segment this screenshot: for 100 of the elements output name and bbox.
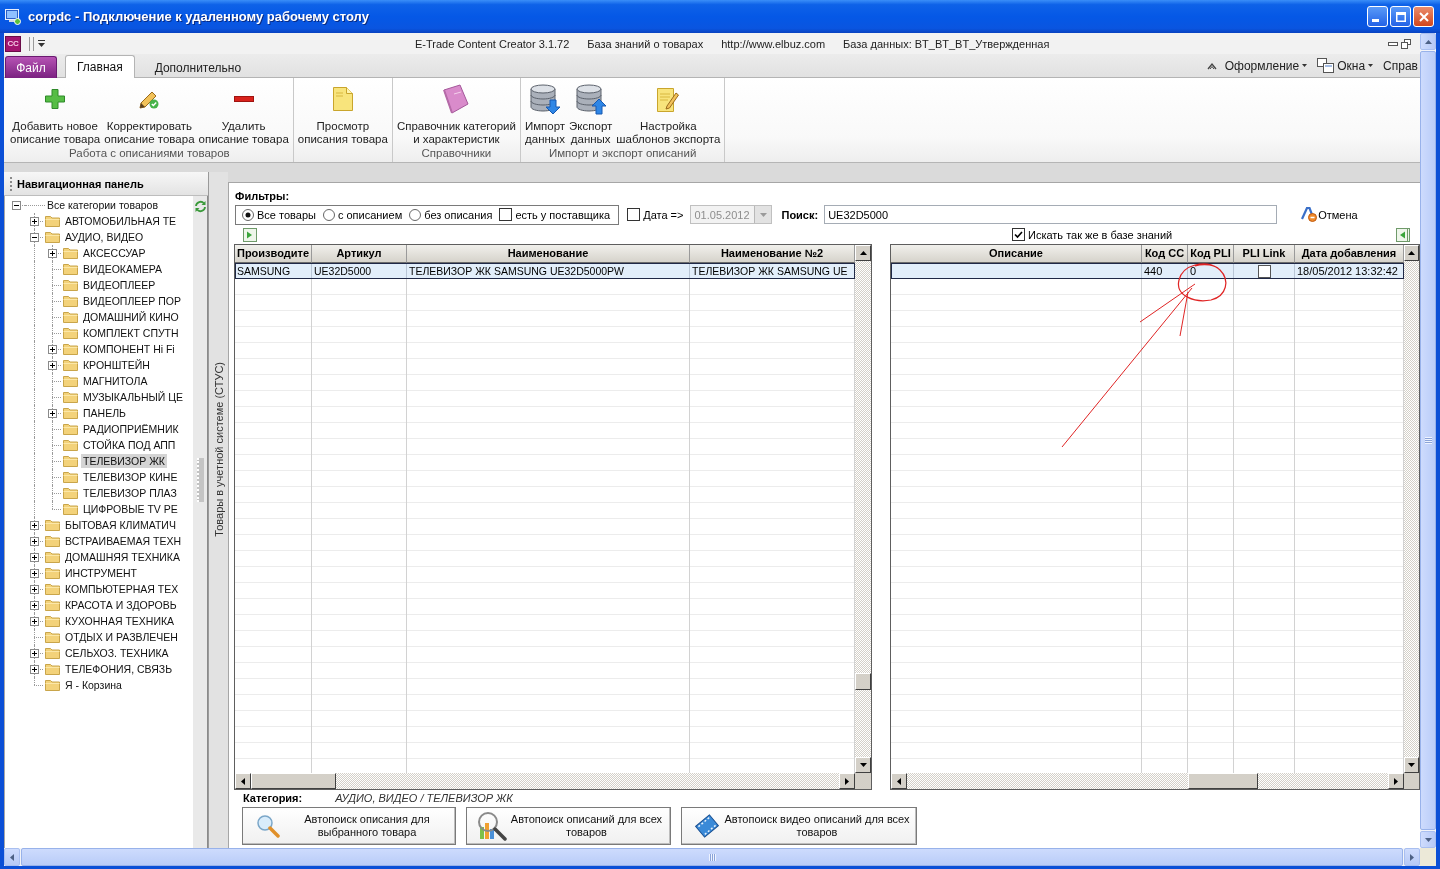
ribbon-button[interactable]: Добавить новое описание товара <box>8 78 103 146</box>
tree-item[interactable]: КОМПОНЕНТ Hi Fi <box>81 342 177 356</box>
plus-box-icon[interactable] <box>48 345 57 354</box>
minus-box-icon[interactable] <box>12 201 21 210</box>
plus-box-icon[interactable] <box>30 585 39 594</box>
tree-item[interactable]: ПАНЕЛЬ <box>81 406 128 420</box>
arrow-box-icon[interactable] <box>243 227 257 242</box>
plus-box-icon[interactable] <box>30 521 39 530</box>
tree-item[interactable]: ВИДЕОКАМЕРА <box>81 262 164 276</box>
tree-item[interactable]: Все категории товаров <box>45 198 160 212</box>
minus-box-icon[interactable] <box>30 233 39 242</box>
tree-item[interactable]: ТЕЛЕВИЗОР КИНЕ <box>81 470 180 484</box>
customize-caret-icon[interactable] <box>38 40 45 47</box>
ribbon-tab[interactable]: Дополнительно <box>142 56 254 78</box>
tree-item[interactable]: ЦИФРОВЫЕ TV РЕ <box>81 502 180 516</box>
plus-box-icon[interactable] <box>30 553 39 562</box>
ribbon-button[interactable]: Удалить описание товара <box>196 78 291 146</box>
tree-item[interactable]: ОТДЫХ И РАЗВЛЕЧЕН <box>63 630 180 644</box>
checkbox[interactable] <box>1012 228 1025 241</box>
tree-item[interactable]: АКСЕССУАР <box>81 246 148 260</box>
folder-icon <box>63 375 78 387</box>
checkbox[interactable] <box>1258 264 1271 278</box>
menu-button[interactable]: Оформление <box>1222 58 1310 73</box>
tree-item[interactable]: МУЗЫКАЛЬНЫЙ ЦЕ <box>81 390 186 404</box>
autosearch-button[interactable]: Автопоиск описаний для всех товаров <box>466 807 671 845</box>
column-header[interactable]: Артикул <box>312 245 407 263</box>
ribbon-tab[interactable]: Файл <box>5 56 57 78</box>
app-info-text: http://www.elbuz.com <box>721 37 826 50</box>
right-triangle-icon <box>845 777 849 785</box>
column-header[interactable]: Производите <box>235 245 312 263</box>
plus-box-icon[interactable] <box>48 249 57 258</box>
tree-item[interactable]: ДОМАШНЯЯ ТЕХНИКА <box>63 550 182 564</box>
chevron-up-icon[interactable] <box>1206 61 1217 70</box>
tree-item[interactable]: СТОЙКА ПОД АПП <box>81 438 178 452</box>
column-header[interactable]: Наименование №2 <box>690 245 855 263</box>
tree-item[interactable]: КУХОННАЯ ТЕХНИКА <box>63 614 177 628</box>
tree-item[interactable]: ТЕЛЕВИЗОР ЖК <box>81 454 167 468</box>
cancel-button[interactable]: Отмена <box>1301 207 1358 222</box>
tree-item[interactable]: КОМПЛЕКТ СПУТН <box>81 326 181 340</box>
ribbon-button[interactable]: Экспорт данных <box>567 78 615 146</box>
plus-box-icon[interactable] <box>30 569 39 578</box>
tree-item[interactable]: Я - Корзина <box>63 678 124 692</box>
tree-item[interactable]: РАДИОПРИЁМНИК <box>81 422 181 436</box>
autosearch-button[interactable]: Автопоиск видео описаний для всех товаров <box>681 807 917 845</box>
tree-item[interactable]: АУДИО, ВИДЕО <box>63 230 146 244</box>
tree-item[interactable]: КРОНШТЕЙН <box>81 358 152 372</box>
tree-item[interactable]: КРАСОТА И ЗДОРОВЬ <box>63 598 179 612</box>
plus-box-icon[interactable] <box>30 601 39 610</box>
minimize-icon[interactable] <box>1388 41 1398 46</box>
maximize-button[interactable] <box>1390 6 1411 27</box>
radio-button[interactable] <box>409 208 422 221</box>
splitter-grip-icon[interactable] <box>196 458 204 502</box>
table-row[interactable]: SAMSUNG UE32D5000 ТЕЛЕВИЗОР ЖК SAMSUNG UE32D5000PW ТЕЛЕВИЗОР ЖК SAMSUNG UE <box>235 263 855 279</box>
checkbox[interactable] <box>499 208 513 221</box>
column-header[interactable]: Код CC <box>1142 245 1188 263</box>
tree-item[interactable]: БЫТОВАЯ КЛИМАТИЧ <box>63 518 178 532</box>
ribbon-button[interactable]: Корректировать описание товара <box>102 78 197 146</box>
search-field[interactable]: UE32D5000 <box>824 205 1278 224</box>
tree-item[interactable]: АВТОМОБИЛЬНАЯ ТЕ <box>63 214 179 228</box>
minimize-button[interactable] <box>1367 6 1388 27</box>
column-header[interactable]: PLI Link <box>1234 245 1295 263</box>
side-panel-tab[interactable]: Товары в учетной системе (СТУС) <box>208 172 228 848</box>
refresh-icon[interactable] <box>193 200 207 213</box>
column-header[interactable]: Код PLI <box>1188 245 1234 263</box>
ribbon-button[interactable]: Просмотр описания товара <box>295 78 390 146</box>
column-header[interactable]: Описание <box>891 245 1142 263</box>
tree-item[interactable]: ТЕЛЕВИЗОР ПЛАЗ <box>81 486 179 500</box>
plus-box-icon[interactable] <box>30 537 39 546</box>
column-header[interactable]: Наименование <box>407 245 690 263</box>
tree-item[interactable]: ВСТРАИВАЕМАЯ ТЕХН <box>63 534 184 548</box>
tree-item[interactable]: КОМПЬЮТЕРНАЯ ТЕХ <box>63 582 181 596</box>
tree-item[interactable]: ДОМАШНИЙ КИНО <box>81 310 181 324</box>
close-button[interactable] <box>1413 6 1434 27</box>
tree-item[interactable]: СЕЛЬХОЗ. ТЕХНИКА <box>63 646 171 660</box>
plus-box-icon[interactable] <box>48 409 57 418</box>
window-title: corpdc - Подключение к удаленному рабочему столу <box>28 9 369 24</box>
plus-box-icon[interactable] <box>30 649 39 658</box>
menu-button[interactable]: Справ <box>1381 58 1420 73</box>
plus-box-icon[interactable] <box>30 665 39 674</box>
ribbon-button[interactable]: Справочник категорий и характеристик <box>394 78 518 146</box>
column-header[interactable]: Дата добавления <box>1295 245 1404 263</box>
radio-button[interactable] <box>242 208 254 221</box>
tree-item[interactable]: ВИДЕОПЛЕЕР ПОР <box>81 294 183 308</box>
plus-box-icon[interactable] <box>30 617 39 626</box>
table-row[interactable]: 440 0 18/05/2012 13:32:42 <box>891 263 1404 279</box>
ribbon-tab[interactable]: Главная <box>65 55 135 78</box>
menu-button[interactable]: Окна <box>1315 58 1376 73</box>
plus-box-icon[interactable] <box>30 217 39 226</box>
ribbon-button[interactable]: Настройка шаблонов экспорта <box>614 78 723 146</box>
restore-icon[interactable] <box>1401 38 1411 49</box>
plus-box-icon[interactable] <box>48 361 57 370</box>
tree-item[interactable]: ИНСТРУМЕНТ <box>63 566 139 580</box>
ribbon-button[interactable]: Импорт данных <box>522 78 568 146</box>
autosearch-button[interactable]: Автопоиск описания для выбранного товара <box>242 807 456 845</box>
tree-item[interactable]: ВИДЕОПЛЕЕР <box>81 278 158 292</box>
app-logo[interactable]: CC <box>5 35 21 52</box>
tree-item[interactable]: МАГНИТОЛА <box>81 374 150 388</box>
radio-label: Все товары <box>257 208 316 221</box>
tree-item[interactable]: ТЕЛЕФОНИЯ, СВЯЗЬ <box>63 662 175 676</box>
radio-button[interactable] <box>322 208 335 221</box>
